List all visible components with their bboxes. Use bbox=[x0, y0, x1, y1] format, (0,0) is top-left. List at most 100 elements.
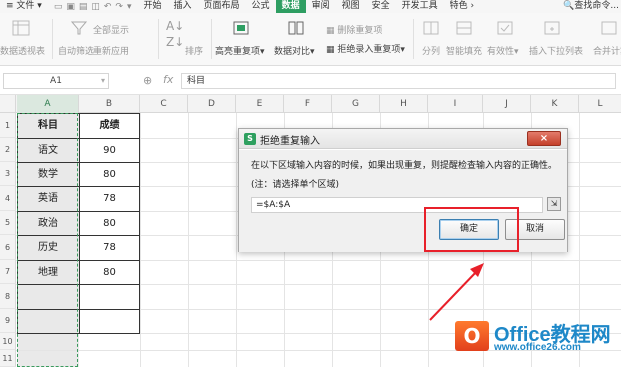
print-icon[interactable]: ▤ bbox=[79, 2, 88, 12]
ribbon-separator bbox=[52, 19, 53, 59]
delete-duplicates-button[interactable]: ▦ 删除重复项 bbox=[326, 23, 382, 36]
menu-file[interactable]: ≡ 文件 ▾ bbox=[0, 0, 48, 13]
office-logo-icon: O bbox=[455, 321, 489, 351]
cell-b6[interactable]: 78 bbox=[79, 236, 140, 260]
menu-page-layout[interactable]: 页面布局 bbox=[198, 0, 246, 13]
data-compare-icon bbox=[288, 21, 304, 35]
sort-button[interactable]: 排序 bbox=[185, 44, 203, 57]
ribbon-data-tab: 数据透视表 自动筛选 全部显示 重新应用 A↓ Z↓ 排序 高亮重复项▾ 数据对… bbox=[0, 13, 621, 66]
ribbon-separator bbox=[211, 19, 212, 59]
row-header-1[interactable]: 1 bbox=[0, 113, 16, 138]
column-headers: A B C D E F G H I J K L bbox=[0, 95, 621, 113]
save-icon[interactable]: ▣ bbox=[66, 2, 75, 12]
undo-icon[interactable]: ↶ bbox=[104, 2, 112, 12]
cell-b3[interactable]: 80 bbox=[79, 163, 140, 187]
name-box[interactable]: A1 ▾ bbox=[3, 73, 109, 89]
menu-security[interactable]: 安全 bbox=[366, 0, 396, 13]
highlight-duplicates-icon bbox=[233, 21, 249, 35]
select-all-corner[interactable] bbox=[0, 95, 16, 113]
pivot-table-button[interactable]: 数据透视表 bbox=[0, 44, 45, 57]
row-header-10[interactable]: 10 bbox=[0, 333, 16, 350]
merge-calc-button[interactable]: 合并计算 bbox=[593, 44, 621, 57]
menu-view[interactable]: 视图 bbox=[336, 0, 366, 13]
menu-data[interactable]: 数据 bbox=[275, 0, 306, 13]
validity-icon bbox=[497, 21, 513, 35]
menu-icon: ≡ bbox=[6, 1, 17, 11]
data-compare-button[interactable]: 数据对比▾ bbox=[274, 44, 315, 57]
grid-line bbox=[140, 113, 141, 367]
highlight-box bbox=[424, 207, 519, 252]
highlight-duplicates-button[interactable]: 高亮重复项▾ bbox=[215, 44, 265, 57]
col-header-c[interactable]: C bbox=[140, 95, 188, 113]
menu-developer[interactable]: 开发工具 bbox=[396, 0, 444, 13]
menu-bar: ≡ 文件 ▾ ▭ ▣ ▤ ◫ ↶ ↷ ▾ 开始 插入 页面布局 公式 数据 审阅… bbox=[0, 0, 621, 13]
delete-duplicates-icon: ▦ bbox=[326, 26, 338, 36]
merge-calc-icon bbox=[601, 21, 617, 35]
open-icon[interactable]: ▭ bbox=[54, 2, 63, 12]
insert-dropdown-icon bbox=[544, 21, 560, 35]
zoom-icon[interactable]: ⊕ bbox=[143, 74, 152, 87]
row-header-11[interactable]: 11 bbox=[0, 350, 16, 367]
search-icon: 🔍 bbox=[563, 1, 575, 11]
command-search[interactable]: 🔍查找命令... bbox=[563, 0, 619, 13]
menu-review[interactable]: 审阅 bbox=[306, 0, 336, 13]
show-all-button[interactable]: 全部显示 bbox=[93, 23, 129, 36]
row-header-5[interactable]: 5 bbox=[0, 211, 16, 235]
insert-dropdown-button[interactable]: 插入下拉列表 bbox=[529, 44, 583, 57]
row-header-2[interactable]: 2 bbox=[0, 138, 16, 162]
sort-asc-icon[interactable]: A↓ bbox=[166, 19, 184, 33]
row-header-8[interactable]: 8 bbox=[0, 284, 16, 309]
dialog-titlebar[interactable]: S 拒绝重复输入 × bbox=[239, 129, 567, 149]
row-header-9[interactable]: 9 bbox=[0, 309, 16, 333]
menu-formulas[interactable]: 公式 bbox=[246, 0, 276, 13]
row-header-3[interactable]: 3 bbox=[0, 162, 16, 186]
col-header-l[interactable]: L bbox=[579, 95, 621, 113]
split-button[interactable]: 分列 bbox=[422, 44, 440, 57]
col-header-g[interactable]: G bbox=[332, 95, 380, 113]
col-header-j[interactable]: J bbox=[483, 95, 531, 113]
menu-special[interactable]: 特色 › bbox=[444, 0, 480, 13]
col-header-e[interactable]: E bbox=[236, 95, 284, 113]
formula-input[interactable]: 科目 bbox=[181, 73, 616, 89]
cell-b4[interactable]: 78 bbox=[79, 187, 140, 211]
menu-home[interactable]: 开始 bbox=[138, 0, 168, 13]
cell-b1[interactable]: 成绩 bbox=[79, 114, 140, 138]
col-header-k[interactable]: K bbox=[531, 95, 579, 113]
more-icon[interactable]: ▾ bbox=[127, 2, 132, 12]
ribbon-separator bbox=[158, 19, 159, 59]
formula-bar: A1 ▾ ⊕ fx 科目 bbox=[0, 67, 621, 95]
col-header-h[interactable]: H bbox=[380, 95, 428, 113]
row-header-6[interactable]: 6 bbox=[0, 235, 16, 260]
chevron-down-icon[interactable]: ▾ bbox=[101, 74, 105, 88]
close-button[interactable]: × bbox=[527, 131, 561, 146]
col-header-f[interactable]: F bbox=[284, 95, 332, 113]
row-header-4[interactable]: 4 bbox=[0, 186, 16, 211]
reject-duplicates-button[interactable]: ▦ 拒绝录入重复项▾ bbox=[326, 42, 405, 55]
name-box-value: A1 bbox=[50, 76, 62, 86]
row-header-7[interactable]: 7 bbox=[0, 260, 16, 284]
grid-line bbox=[188, 113, 189, 367]
col-header-i[interactable]: I bbox=[428, 95, 483, 113]
validity-button[interactable]: 有效性▾ bbox=[487, 44, 519, 57]
fx-icon[interactable]: fx bbox=[163, 73, 173, 86]
smart-fill-icon bbox=[456, 21, 472, 35]
smart-fill-button[interactable]: 智能填充 bbox=[446, 44, 482, 57]
redo-icon[interactable]: ↷ bbox=[115, 2, 123, 12]
col-header-a[interactable]: A bbox=[17, 95, 79, 113]
range-picker-icon[interactable]: ⇲ bbox=[547, 197, 561, 211]
cell-b5[interactable]: 80 bbox=[79, 212, 140, 236]
delete-duplicates-label: 删除重复项 bbox=[337, 26, 383, 36]
sort-desc-icon[interactable]: Z↓ bbox=[166, 35, 184, 49]
cell-b2[interactable]: 90 bbox=[79, 139, 140, 163]
preview-icon[interactable]: ◫ bbox=[91, 2, 100, 12]
red-arrow-icon bbox=[429, 263, 484, 321]
reapply-button[interactable]: 重新应用 bbox=[93, 44, 129, 57]
col-header-d[interactable]: D bbox=[188, 95, 236, 113]
pivot-table-icon bbox=[12, 20, 30, 36]
validity-label: 有效性 bbox=[487, 47, 515, 57]
cell-b7[interactable]: 80 bbox=[79, 261, 140, 285]
data-compare-label: 数据对比 bbox=[274, 47, 311, 57]
col-header-b[interactable]: B bbox=[79, 95, 140, 113]
menu-insert[interactable]: 插入 bbox=[168, 0, 198, 13]
autofilter-button[interactable]: 自动筛选 bbox=[58, 44, 94, 57]
